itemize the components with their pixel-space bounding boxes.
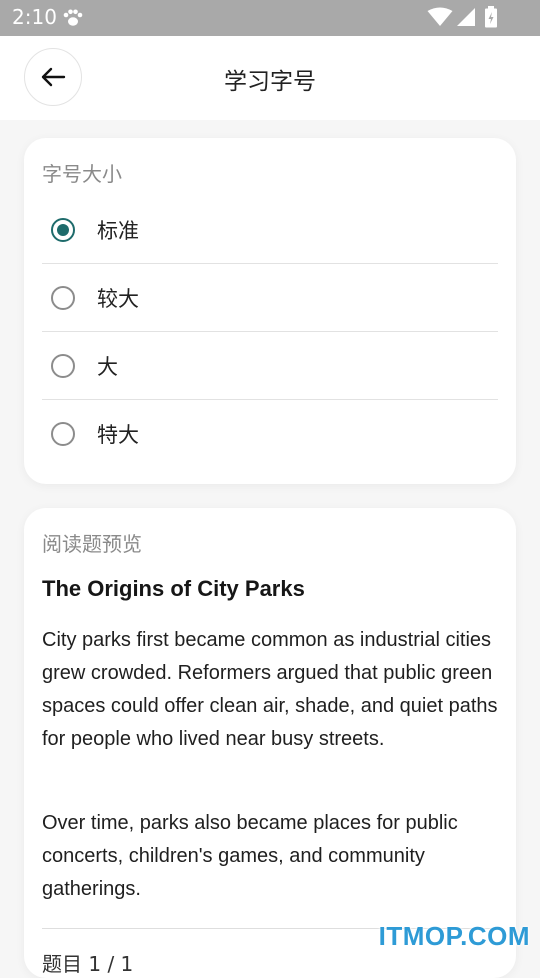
battery-icon (485, 6, 497, 28)
signal-icon (457, 8, 475, 26)
page-title: 学习字号 (224, 69, 316, 95)
status-bar: 2:10 (0, 0, 540, 36)
option-label: 标准 (97, 219, 139, 243)
paw-icon (63, 9, 83, 26)
radio-unchecked-icon[interactable] (51, 354, 75, 378)
option-label: 较大 (97, 287, 139, 311)
status-time: 2:10 (12, 5, 57, 29)
preview-article-title: The Origins of City Parks (42, 576, 305, 601)
preview-paragraph: Over time, parks also became places for … (42, 812, 458, 900)
reading-preview-card: 阅读题预览 The Origins of City Parks City par… (24, 508, 516, 978)
font-size-option-standard[interactable]: 标准 (42, 197, 498, 264)
app-bar: 学习字号 (0, 36, 540, 120)
font-size-option-large[interactable]: 大 (42, 333, 498, 400)
option-label: 特大 (97, 422, 139, 447)
font-size-option-larger[interactable]: 较大 (42, 265, 498, 332)
watermark-logo: ITMOP.COM (378, 921, 530, 951)
radio-unchecked-icon[interactable] (51, 286, 75, 310)
option-label: 大 (97, 355, 118, 379)
font-size-option-extra-large[interactable]: 特大 (42, 400, 498, 467)
radio-checked-icon[interactable] (51, 218, 75, 242)
preview-paragraph: City parks first became common as indust… (42, 629, 498, 750)
wifi-icon (427, 7, 453, 26)
question-count: 题目 1 / 1 (42, 952, 134, 976)
preview-label: 阅读题预览 (42, 532, 142, 556)
radio-unchecked-icon[interactable] (51, 421, 75, 446)
font-size-label: 字号大小 (42, 162, 122, 186)
font-size-card: 字号大小 标准 较大 大 特大 (24, 138, 516, 484)
